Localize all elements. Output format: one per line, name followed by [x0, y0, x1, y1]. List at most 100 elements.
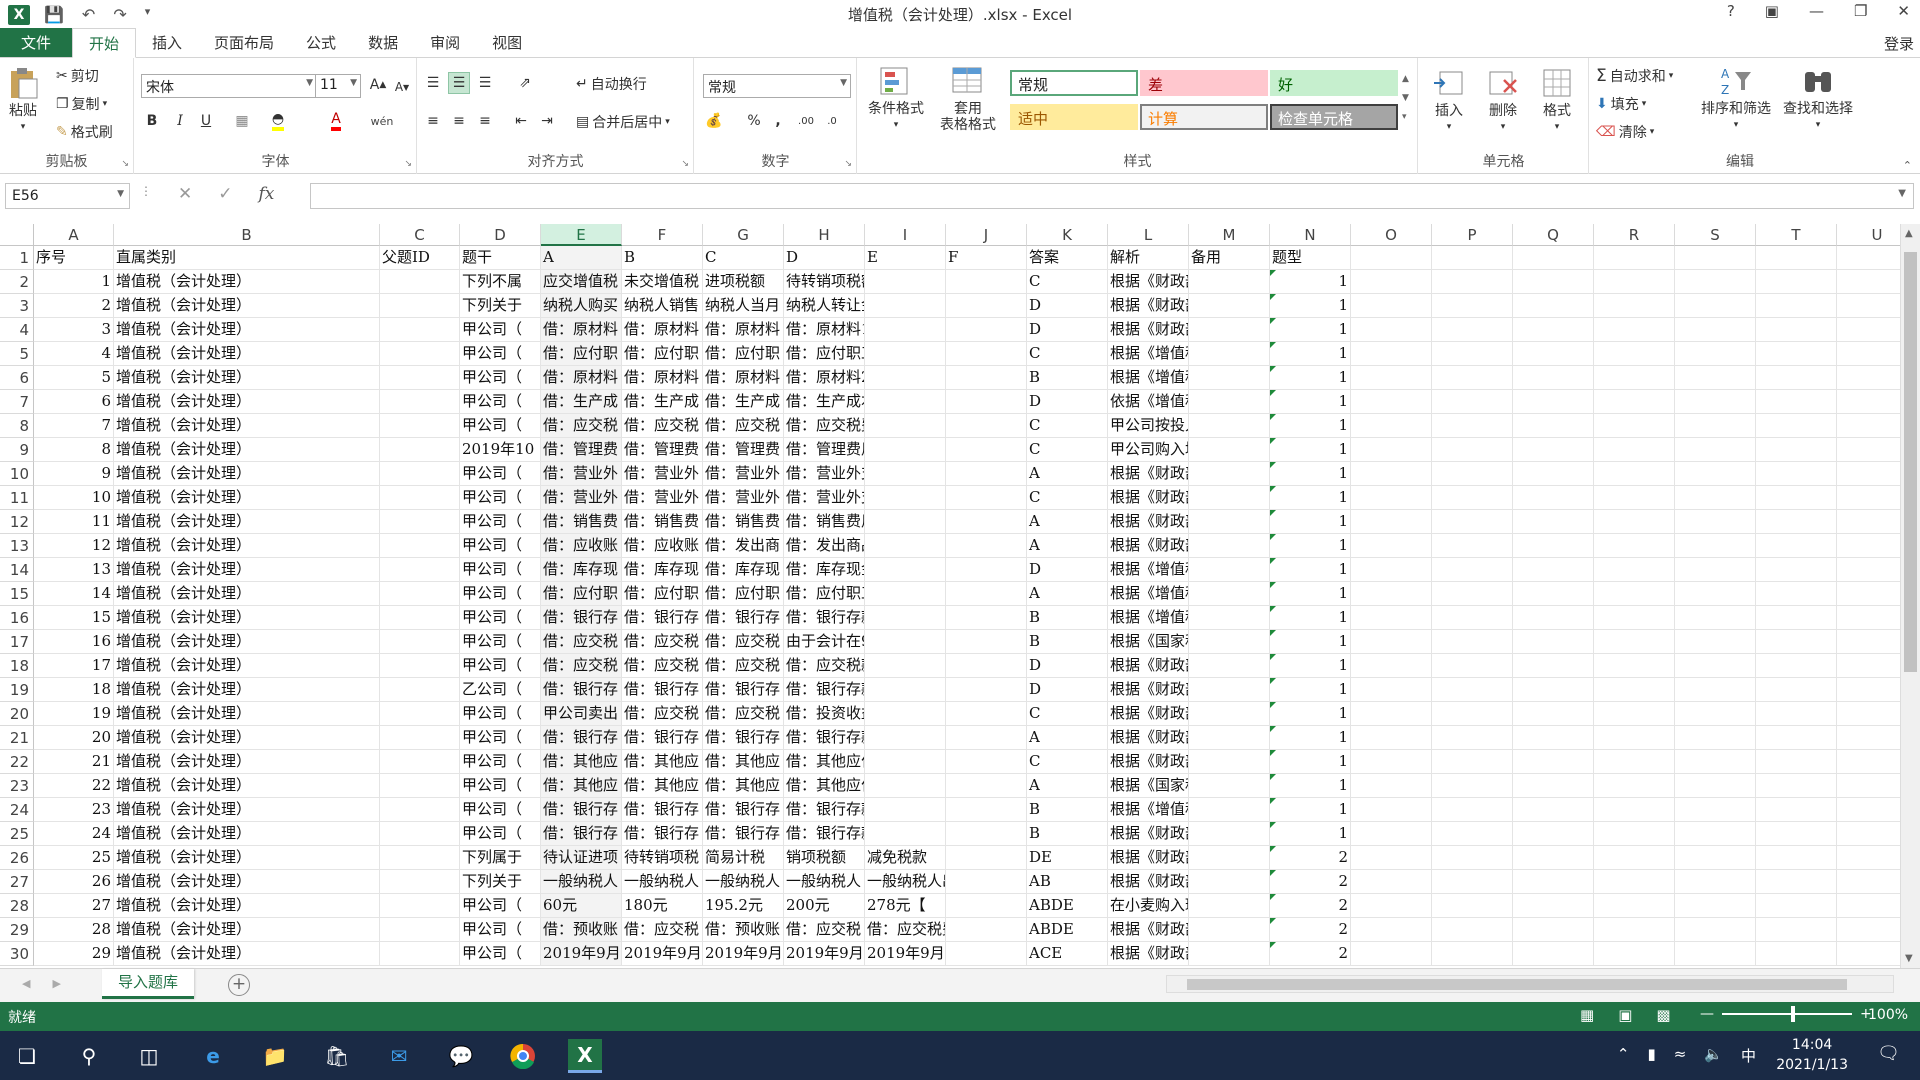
- decrease-indent-icon[interactable]: ⇤: [510, 110, 532, 132]
- cell[interactable]: 借：生产成本1800应交税费——: [784, 390, 865, 414]
- cell[interactable]: 1: [1270, 366, 1351, 390]
- cell[interactable]: 增值税（会计处理）: [114, 630, 380, 654]
- cell[interactable]: [865, 630, 946, 654]
- zoom-percent[interactable]: 100%: [1868, 1007, 1908, 1023]
- cell[interactable]: [946, 678, 1027, 702]
- cell[interactable]: [1675, 246, 1756, 270]
- column-header-b[interactable]: B: [114, 224, 380, 246]
- cell[interactable]: 借：应付职工薪酬20000贷：库存: [784, 582, 865, 606]
- cell[interactable]: [1675, 294, 1756, 318]
- cell[interactable]: B: [1027, 366, 1108, 390]
- cell[interactable]: 借：营业外支出112960贷：库存: [784, 486, 865, 510]
- row-header[interactable]: 15: [0, 582, 34, 606]
- cell[interactable]: 根据《财政部关于印: [1108, 654, 1189, 678]
- cell[interactable]: 180元: [622, 894, 703, 918]
- cell[interactable]: [380, 774, 460, 798]
- row-header[interactable]: 8: [0, 414, 34, 438]
- cell[interactable]: [1756, 750, 1837, 774]
- cell[interactable]: [1432, 822, 1513, 846]
- cell[interactable]: 2: [1270, 870, 1351, 894]
- cell[interactable]: [1837, 558, 1900, 582]
- cell[interactable]: [1351, 894, 1432, 918]
- cell[interactable]: [865, 702, 946, 726]
- cell[interactable]: 题干: [460, 246, 541, 270]
- cell[interactable]: [1756, 894, 1837, 918]
- column-header-s[interactable]: S: [1675, 224, 1756, 246]
- tab-file[interactable]: 文件: [0, 28, 72, 57]
- cell[interactable]: 甲公司（: [460, 750, 541, 774]
- cell[interactable]: 20: [34, 726, 114, 750]
- cell[interactable]: 1: [1270, 822, 1351, 846]
- cell[interactable]: [1837, 750, 1900, 774]
- cell[interactable]: 根据《财政部关于印: [1108, 750, 1189, 774]
- cell[interactable]: [1513, 750, 1594, 774]
- cell[interactable]: 借：管理费用1886800应交税费: [784, 438, 865, 462]
- cell[interactable]: [1756, 654, 1837, 678]
- cell[interactable]: [1189, 942, 1270, 966]
- cell[interactable]: [380, 894, 460, 918]
- row-header[interactable]: 28: [0, 894, 34, 918]
- cell[interactable]: [1513, 486, 1594, 510]
- next-sheet-icon[interactable]: ▶: [52, 977, 60, 990]
- row-header[interactable]: 24: [0, 798, 34, 822]
- cell[interactable]: [946, 270, 1027, 294]
- cell[interactable]: 借：原材料: [703, 366, 784, 390]
- cell[interactable]: 借：银行存: [622, 606, 703, 630]
- cell[interactable]: 增值税（会计处理）: [114, 534, 380, 558]
- cell[interactable]: [380, 414, 460, 438]
- column-header-c[interactable]: C: [380, 224, 460, 246]
- cell[interactable]: 甲公司（: [460, 654, 541, 678]
- increase-indent-icon[interactable]: ⇥: [536, 110, 558, 132]
- cell[interactable]: [380, 846, 460, 870]
- row-header[interactable]: 2: [0, 270, 34, 294]
- cell[interactable]: [1594, 438, 1675, 462]
- cell[interactable]: 甲公司（: [460, 366, 541, 390]
- cell[interactable]: 直属类别: [114, 246, 380, 270]
- search-icon[interactable]: ⚲: [72, 1039, 106, 1073]
- cell[interactable]: E: [865, 246, 946, 270]
- cell[interactable]: [380, 702, 460, 726]
- cell[interactable]: [1594, 582, 1675, 606]
- cell[interactable]: 增值税（会计处理）: [114, 798, 380, 822]
- cell[interactable]: [1513, 534, 1594, 558]
- format-cells-button[interactable]: 格式 ▾: [1533, 66, 1581, 135]
- cell[interactable]: 借：生产成: [622, 390, 703, 414]
- cell[interactable]: 借：银行存: [622, 726, 703, 750]
- cell[interactable]: [1594, 462, 1675, 486]
- cell[interactable]: A: [1027, 510, 1108, 534]
- sort-filter-button[interactable]: AZ 排序和筛选 ▾: [1696, 64, 1776, 133]
- cell[interactable]: 甲公司（: [460, 630, 541, 654]
- cell[interactable]: 借：应交税: [703, 654, 784, 678]
- cell[interactable]: 销项税额: [784, 846, 865, 870]
- cell[interactable]: 借：银行存: [703, 822, 784, 846]
- cell[interactable]: 28: [34, 918, 114, 942]
- cancel-icon[interactable]: ✕: [178, 184, 192, 204]
- cell[interactable]: [1756, 510, 1837, 534]
- cell[interactable]: 增值税（会计处理）: [114, 918, 380, 942]
- phonetic-guide-button[interactable]: wén: [371, 110, 394, 132]
- cell[interactable]: 增值税（会计处理）: [114, 870, 380, 894]
- column-header-g[interactable]: G: [703, 224, 784, 246]
- cell[interactable]: 借：销售费: [703, 510, 784, 534]
- cell[interactable]: [1432, 774, 1513, 798]
- cell[interactable]: [380, 366, 460, 390]
- cell[interactable]: 解析: [1108, 246, 1189, 270]
- cell[interactable]: [946, 510, 1027, 534]
- cell[interactable]: [1432, 942, 1513, 966]
- cell[interactable]: [1594, 342, 1675, 366]
- cell[interactable]: 1: [1270, 462, 1351, 486]
- cell[interactable]: [865, 462, 946, 486]
- find-select-button[interactable]: 查找和选择 ▾: [1778, 64, 1858, 133]
- cell[interactable]: [1189, 846, 1270, 870]
- cell[interactable]: 借：销售费用4397.48应交税费: [784, 510, 865, 534]
- cell[interactable]: 增值税（会计处理）: [114, 390, 380, 414]
- cell[interactable]: 2: [1270, 918, 1351, 942]
- cell[interactable]: [1675, 678, 1756, 702]
- row-header[interactable]: 22: [0, 750, 34, 774]
- style-calculation[interactable]: 计算: [1140, 104, 1268, 130]
- cell[interactable]: [1351, 318, 1432, 342]
- cell[interactable]: 借：应交税: [622, 414, 703, 438]
- row-header[interactable]: 19: [0, 678, 34, 702]
- zoom-track[interactable]: [1722, 1006, 1852, 1022]
- name-box[interactable]: E56 ▼: [5, 183, 130, 209]
